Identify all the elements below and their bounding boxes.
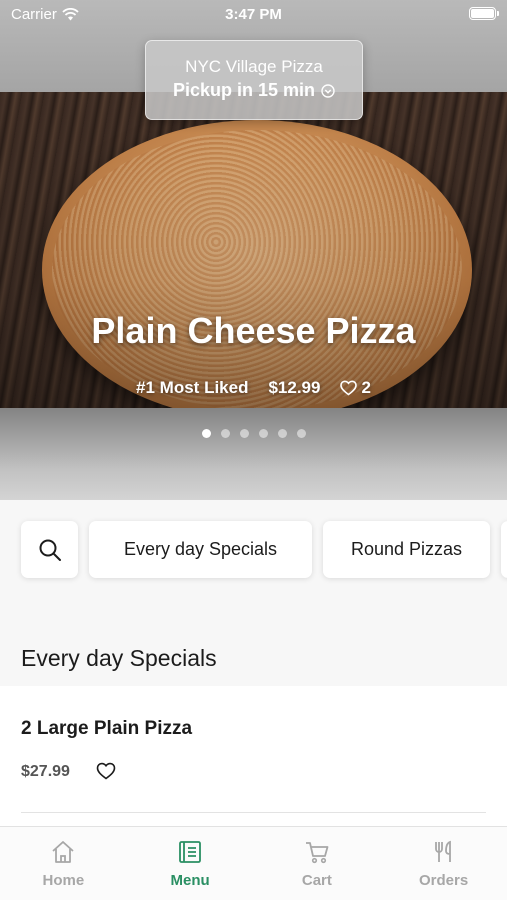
section-title: Every day Specials	[21, 645, 217, 671]
tab-label: Menu	[170, 872, 210, 889]
search-icon	[39, 539, 61, 561]
category-chip[interactable]: Round Pizzas	[323, 521, 490, 578]
product-name: 2 Large Plain Pizza	[21, 718, 193, 739]
carousel-dot[interactable]	[201, 429, 211, 438]
tab-label: Home	[42, 872, 85, 889]
tab-cart[interactable]: Cart	[254, 827, 381, 900]
hero-banner[interactable]: Carrier 3:47 PM NYC Village Pizza Pickup…	[0, 0, 507, 500]
store-name: NYC Village Pizza	[185, 57, 323, 76]
category-bar[interactable]: Every day Specials Round Pizzas	[0, 500, 507, 600]
chevron-down-circle-icon	[321, 83, 335, 98]
battery-icon	[469, 7, 499, 20]
product-price: $27.99	[21, 763, 70, 780]
like-count: 2	[361, 378, 371, 397]
store-selector[interactable]: NYC Village Pizza Pickup in 15 min	[145, 40, 363, 120]
pickup-label: Pickup in 15 min	[172, 80, 316, 100]
carousel-dot[interactable]	[220, 429, 230, 438]
cart-icon	[305, 842, 329, 864]
fork-knife-icon	[434, 840, 451, 862]
category-chip[interactable]: Every day Specials	[89, 521, 312, 578]
search-button[interactable]	[21, 521, 78, 578]
like-button[interactable]: 2	[340, 378, 371, 398]
carousel-indicator[interactable]	[0, 429, 507, 438]
menu-icon	[179, 841, 202, 863]
carousel-dot[interactable]	[277, 429, 287, 438]
featured-badge: #1 Most Liked	[136, 378, 249, 397]
tab-menu[interactable]: Menu	[127, 827, 254, 900]
carousel-dot[interactable]	[258, 429, 268, 438]
carousel-dot[interactable]	[296, 429, 306, 438]
home-icon	[52, 841, 74, 863]
heart-icon	[340, 380, 358, 396]
divider	[21, 812, 486, 813]
product-card[interactable]: 2 Large Plain Pizza $27.99	[0, 686, 507, 826]
featured-price: $12.99	[268, 378, 321, 397]
pickup-time[interactable]: Pickup in 15 min	[146, 80, 362, 101]
category-chip[interactable]	[501, 521, 507, 578]
status-bar: Carrier 3:47 PM	[0, 0, 507, 30]
tab-label: Cart	[301, 872, 332, 889]
featured-item-photo[interactable]	[0, 92, 507, 408]
clock: 3:47 PM	[225, 6, 282, 23]
featured-item-title: Plain Cheese Pizza	[91, 310, 416, 351]
carousel-dot[interactable]	[239, 429, 249, 438]
featured-item-meta: #1 Most Liked $12.99 2	[0, 378, 507, 398]
tab-label: Orders	[419, 872, 469, 889]
tab-bar[interactable]: Home Menu Cart Orders	[0, 826, 507, 900]
heart-icon[interactable]	[96, 762, 116, 780]
tab-orders[interactable]: Orders	[380, 827, 507, 900]
tab-home[interactable]: Home	[0, 827, 127, 900]
